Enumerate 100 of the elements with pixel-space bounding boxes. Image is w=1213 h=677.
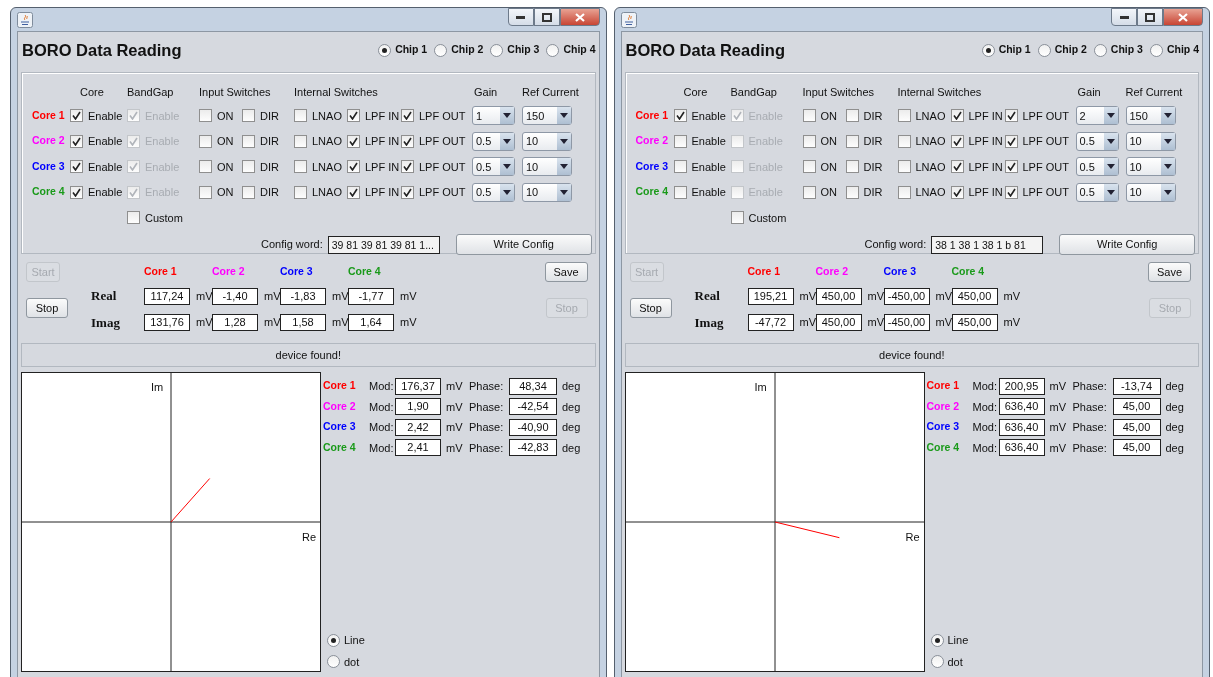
checkbox[interactable] [1004, 160, 1018, 174]
value-field[interactable]: 117,24 [144, 287, 190, 305]
checkbox[interactable] [347, 134, 360, 148]
radio-button[interactable] [981, 43, 995, 57]
dropdown[interactable]: 10 [522, 131, 572, 151]
radio-button[interactable] [1149, 43, 1163, 57]
value-field[interactable]: 450,00 [815, 287, 862, 305]
checkbox[interactable] [401, 134, 414, 148]
dropdown[interactable]: 10 [1125, 131, 1176, 151]
dropdown[interactable]: 0.5 [472, 157, 515, 177]
stop-button[interactable]: Stop [26, 298, 68, 318]
checkbox[interactable] [127, 211, 140, 225]
value-field[interactable]: 131,76 [144, 313, 190, 331]
checkbox[interactable] [802, 185, 816, 199]
value-field[interactable]: -1,40 [212, 287, 258, 305]
checkbox[interactable] [1004, 109, 1018, 123]
value-field[interactable]: -42,54 [509, 398, 557, 416]
value-field[interactable]: 636,40 [998, 439, 1045, 457]
stop-button[interactable]: Stop [629, 298, 672, 318]
radio-button[interactable] [490, 43, 504, 57]
checkbox[interactable] [1004, 134, 1018, 148]
checkbox[interactable] [673, 160, 687, 174]
value-field[interactable]: 45,00 [1112, 398, 1161, 416]
checkbox[interactable] [950, 160, 964, 174]
radio-button[interactable] [546, 43, 560, 57]
checkbox[interactable] [199, 134, 212, 148]
checkbox[interactable] [294, 134, 307, 148]
checkbox[interactable] [897, 134, 911, 148]
checkbox[interactable] [401, 160, 414, 174]
value-field[interactable]: 48,34 [509, 377, 557, 395]
dropdown[interactable]: 10 [1125, 157, 1176, 177]
checkbox[interactable] [845, 134, 859, 148]
dropdown[interactable]: 150 [1125, 106, 1176, 126]
dropdown[interactable]: 0.5 [472, 182, 515, 202]
checkbox[interactable] [730, 211, 744, 225]
checkbox[interactable] [802, 160, 816, 174]
checkbox[interactable] [347, 109, 360, 123]
dropdown[interactable]: 0.5 [1075, 157, 1119, 177]
value-field[interactable]: -1,83 [280, 287, 326, 305]
value-field[interactable]: 195,21 [747, 287, 794, 305]
value-field[interactable]: 2,41 [395, 439, 441, 457]
save-button[interactable]: Save [1148, 262, 1191, 282]
save-button[interactable]: Save [544, 262, 588, 282]
checkbox[interactable] [242, 109, 255, 123]
dropdown[interactable]: 10 [522, 182, 572, 202]
radio-button[interactable] [1093, 43, 1107, 57]
value-field[interactable]: 1,28 [212, 313, 258, 331]
radio-button[interactable] [378, 43, 392, 57]
checkbox[interactable] [845, 109, 859, 123]
checkbox[interactable] [673, 185, 687, 199]
radio-button[interactable] [930, 633, 944, 647]
checkbox[interactable] [950, 134, 964, 148]
checkbox[interactable] [242, 134, 255, 148]
write-config-button[interactable]: Write Config [1059, 234, 1196, 255]
checkbox[interactable] [70, 185, 83, 199]
checkbox[interactable] [802, 109, 816, 123]
maximize-button[interactable] [533, 8, 560, 26]
dropdown[interactable]: 150 [522, 106, 572, 126]
value-field[interactable]: -450,00 [883, 313, 930, 331]
checkbox[interactable] [950, 109, 964, 123]
checkbox[interactable] [401, 185, 414, 199]
checkbox[interactable] [673, 134, 687, 148]
checkbox[interactable] [199, 109, 212, 123]
checkbox[interactable] [347, 185, 360, 199]
checkbox[interactable] [242, 160, 255, 174]
radio-button[interactable] [1037, 43, 1051, 57]
value-field[interactable]: 450,00 [951, 313, 998, 331]
value-field[interactable]: 636,40 [998, 398, 1045, 416]
config-word-field[interactable]: 38 1 38 1 38 1 b 81 [931, 235, 1044, 254]
maximize-button[interactable] [1137, 8, 1163, 26]
close-button[interactable] [1163, 8, 1203, 26]
value-field[interactable]: 450,00 [815, 313, 862, 331]
checkbox[interactable] [70, 160, 83, 174]
checkbox[interactable] [199, 160, 212, 174]
checkbox[interactable] [673, 109, 687, 123]
checkbox[interactable] [802, 134, 816, 148]
minimize-button[interactable] [507, 8, 534, 26]
value-field[interactable]: -1,77 [348, 287, 394, 305]
value-field[interactable]: 2,42 [395, 418, 441, 436]
value-field[interactable]: 636,40 [998, 418, 1045, 436]
checkbox[interactable] [897, 185, 911, 199]
value-field[interactable]: 1,64 [348, 313, 394, 331]
value-field[interactable]: 45,00 [1112, 439, 1161, 457]
checkbox[interactable] [845, 160, 859, 174]
checkbox[interactable] [294, 185, 307, 199]
value-field[interactable]: 176,37 [395, 377, 441, 395]
checkbox[interactable] [70, 109, 83, 123]
value-field[interactable]: 45,00 [1112, 418, 1161, 436]
checkbox[interactable] [199, 185, 212, 199]
dropdown[interactable]: 1 [472, 106, 515, 126]
minimize-button[interactable] [1111, 8, 1137, 26]
dropdown[interactable]: 10 [522, 157, 572, 177]
radio-button[interactable] [434, 43, 448, 57]
close-button[interactable] [559, 8, 600, 26]
checkbox[interactable] [294, 109, 307, 123]
config-word-field[interactable]: 39 81 39 81 39 81 1... [327, 235, 440, 254]
dropdown[interactable]: 0.5 [1075, 131, 1119, 151]
radio-button[interactable] [327, 633, 340, 647]
value-field[interactable]: 200,95 [998, 377, 1045, 395]
checkbox[interactable] [1004, 185, 1018, 199]
